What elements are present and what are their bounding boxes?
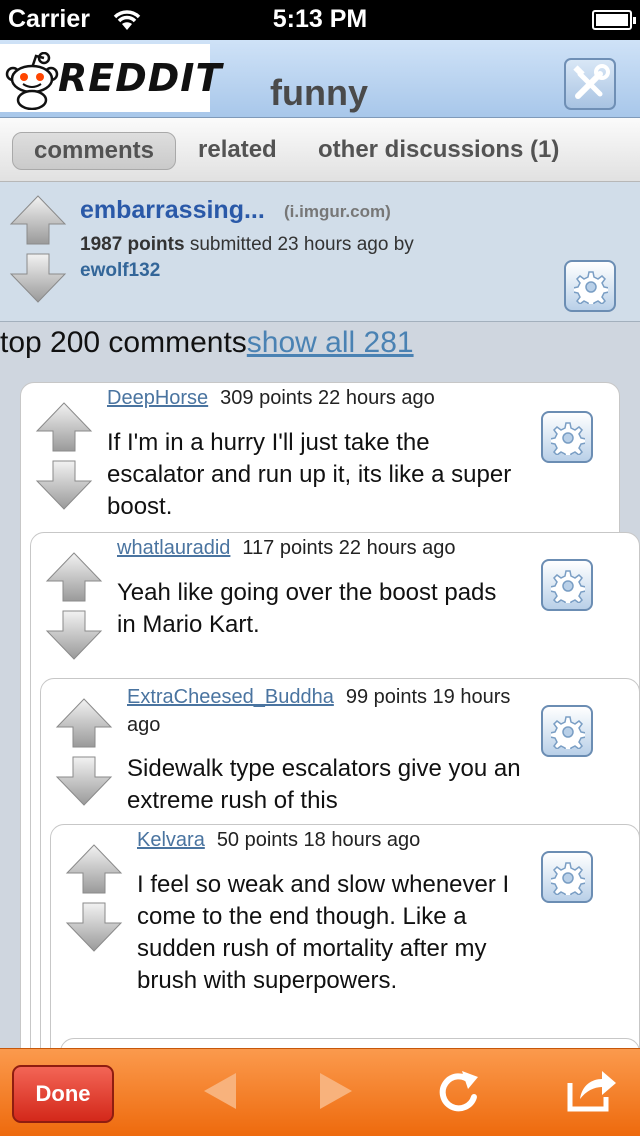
- battery-icon: [592, 10, 636, 30]
- upvote-icon[interactable]: [55, 698, 113, 748]
- comment-header: ExtraCheesed_Buddha 99 points 19 hours ag…: [127, 683, 517, 739]
- done-button[interactable]: Done: [12, 1065, 114, 1123]
- tools-icon: [573, 64, 610, 99]
- post-meta: 1987 points submitted 23 hours ago by: [80, 234, 414, 256]
- comment-options-button[interactable]: [541, 705, 593, 757]
- tab-comments[interactable]: comments: [12, 132, 176, 170]
- comment-vote-arrows: [35, 401, 93, 518]
- tab-related[interactable]: related: [198, 132, 277, 170]
- upvote-icon[interactable]: [9, 195, 67, 245]
- comment-options-button[interactable]: [541, 411, 593, 463]
- app-header: REDDIT funny: [0, 40, 640, 118]
- post-options-button[interactable]: [564, 260, 616, 312]
- show-all-comments-link[interactable]: show all 281: [247, 326, 414, 359]
- comment-vote-arrows: [55, 697, 113, 814]
- post-vote-arrows: [9, 194, 67, 311]
- comment-header: whatlauradid 117 points 22 hours ago: [117, 537, 456, 560]
- downvote-icon[interactable]: [65, 902, 123, 952]
- downvote-icon[interactable]: [35, 460, 93, 510]
- comment-author-link[interactable]: ExtraCheesed_Buddha: [127, 686, 334, 708]
- comment-meta: 117 points 22 hours ago: [242, 537, 456, 559]
- comment-vote-arrows: [45, 551, 103, 668]
- gear-icon: [551, 716, 585, 749]
- comments-summary: top 200 commentsshow all 281: [0, 326, 414, 360]
- subreddit-title: funny: [270, 72, 368, 113]
- gear-icon: [551, 862, 585, 895]
- comment-body: If I'm in a hurry I'll just take the esc…: [107, 429, 512, 520]
- tools-button[interactable]: [564, 58, 616, 110]
- comment-body: Sidewalk type escalators give you an ext…: [127, 755, 521, 814]
- comment-author-link[interactable]: whatlauradid: [117, 537, 230, 559]
- downvote-icon[interactable]: [55, 756, 113, 806]
- post-domain[interactable]: (i.imgur.com): [284, 202, 391, 222]
- comments-count-label: top 200 comments: [0, 326, 247, 359]
- comment-header: Kelvara 50 points 18 hours ago: [137, 829, 420, 852]
- gear-icon: [574, 271, 608, 304]
- comment-body: I feel so weak and slow whenever I come …: [137, 871, 510, 994]
- bottom-toolbar: Done: [0, 1048, 640, 1136]
- logo-wordmark: REDDIT: [58, 56, 223, 100]
- status-time: 5:13 PM: [272, 5, 368, 33]
- post-author-link[interactable]: ewolf132: [80, 260, 160, 282]
- refresh-icon[interactable]: [436, 1067, 482, 1122]
- comment-body: Yeah like going over the boost pads in M…: [117, 579, 497, 638]
- downvote-icon[interactable]: [9, 253, 67, 303]
- share-icon[interactable]: [566, 1067, 618, 1118]
- upvote-icon[interactable]: [35, 402, 93, 452]
- gear-icon: [551, 570, 585, 603]
- comment-meta: 50 points 18 hours ago: [216, 829, 421, 851]
- comment-author-link[interactable]: DeepHorse: [107, 387, 208, 409]
- tab-other-discussions[interactable]: other discussions (1): [318, 132, 559, 170]
- post-title-link[interactable]: embarrassing...: [80, 196, 265, 225]
- post-by: by: [393, 234, 414, 255]
- upvote-icon[interactable]: [65, 844, 123, 894]
- status-bar: Carrier 5:13 PM: [0, 0, 640, 40]
- comment-options-button[interactable]: [541, 559, 593, 611]
- gear-icon: [551, 422, 585, 455]
- back-arrow-icon[interactable]: [200, 1069, 240, 1118]
- upvote-icon[interactable]: [45, 552, 103, 602]
- alien-mascot-icon: [4, 51, 60, 115]
- comment-options-button[interactable]: [541, 851, 593, 903]
- tab-bar: comments related other discussions (1): [0, 118, 640, 182]
- post-submitted: submitted 23 hours ago: [189, 234, 389, 255]
- post-header: embarrassing... (i.imgur.com) 1987 point…: [0, 182, 640, 322]
- post-points: 1987 points: [80, 234, 185, 255]
- comment-meta: 309 points 22 hours ago: [220, 387, 435, 409]
- reddit-logo[interactable]: REDDIT: [0, 44, 221, 115]
- downvote-icon[interactable]: [45, 610, 103, 660]
- comment-vote-arrows: [65, 843, 123, 960]
- comment-author-link[interactable]: Kelvara: [137, 829, 205, 851]
- forward-arrow-icon[interactable]: [316, 1069, 356, 1118]
- comment-header: DeepHorse 309 points 22 hours ago: [107, 387, 435, 410]
